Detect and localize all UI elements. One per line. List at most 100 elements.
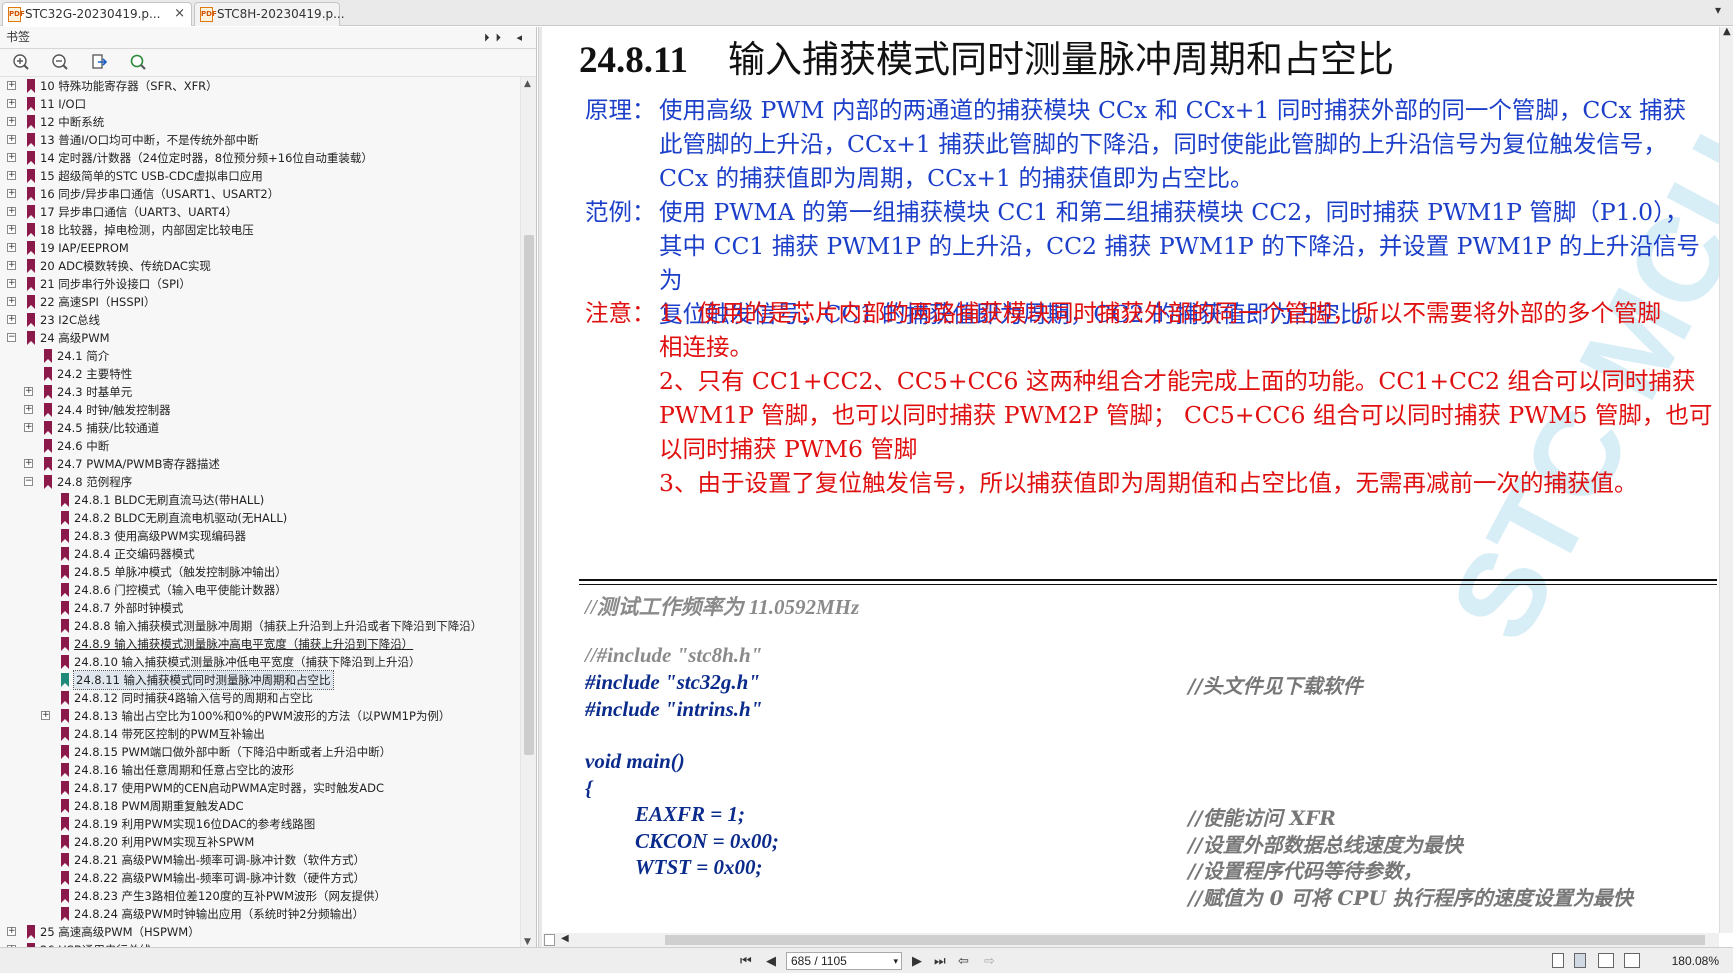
bookmark-item[interactable]: − 24.8 范例程序 [0, 473, 520, 491]
bookmark-item[interactable]: 24.8.22 高级PWM输出-频率可调-脉冲计数（硬件方式） [0, 869, 520, 887]
bookmark-item[interactable]: 24.8.18 PWM周期重复触发ADC [0, 797, 520, 815]
last-page-icon[interactable]: ⏭ [934, 953, 946, 969]
bookmark-item[interactable]: +11 I/O口 [0, 95, 520, 113]
document-vertical-scrollbar[interactable]: ▲ [1719, 26, 1733, 933]
document-horizontal-scrollbar[interactable]: ◀ [543, 933, 1719, 947]
bookmark-item[interactable]: 24.8.20 利用PWM实现互补SPWM [0, 833, 520, 851]
bookmark-collapse-icon[interactable] [51, 53, 69, 71]
next-page-icon[interactable]: ▶ [912, 953, 922, 969]
bookmark-item[interactable]: +15 超级简单的STC USB-CDC虚拟串口应用 [0, 167, 520, 185]
bookmark-item[interactable]: 24.8.2 BLDC无刷直流电机驱动(无HALL) [0, 509, 520, 527]
bookmark-expand-icon[interactable] [12, 53, 30, 71]
bookmark-item[interactable]: 24.8.6 门控模式（输入电平使能计数器） [0, 581, 520, 599]
bookmark-find-icon[interactable] [129, 53, 147, 71]
forward-history-icon[interactable]: ⇨ [984, 953, 995, 969]
bookmark-item[interactable]: 24.6 中断 [0, 437, 520, 455]
bookmark-item[interactable]: 24.1 简介 [0, 347, 520, 365]
zoom-level[interactable]: 180.08% [1672, 954, 1719, 968]
expand-icon[interactable]: + [24, 459, 33, 468]
bookmark-item[interactable]: +24.8.13 输出占空比为100%和0%的PWM波形的方法（以PWM1P为例… [0, 707, 520, 725]
expand-icon[interactable]: + [24, 405, 33, 414]
bookmark-item[interactable]: +16 同步/异步串口通信（USART1、USART2） [0, 185, 520, 203]
bookmark-item[interactable]: 24.8.3 使用高级PWM实现编码器 [0, 527, 520, 545]
bookmark-item[interactable]: +24.7 PWMA/PWMB寄存器描述 [0, 455, 520, 473]
bookmark-item[interactable]: +14 定时器/计数器（24位定时器，8位预分频+16位自动重装载） [0, 149, 520, 167]
expand-icon[interactable]: + [7, 927, 16, 936]
bookmark-item[interactable]: 24.8.5 单脉冲模式（触发控制脉冲输出） [0, 563, 520, 581]
bookmark-item[interactable]: 24.8.11 输入捕获模式同时测量脉冲周期和占空比 [0, 670, 520, 690]
prev-page-icon[interactable]: ◀ [766, 953, 776, 969]
bookmark-item[interactable]: +25 高速高级PWM（HSPWM） [0, 923, 520, 941]
bookmark-item[interactable]: 24.8.17 使用PWM的CEN启动PWMA定时器，实时触发ADC [0, 779, 520, 797]
expand-icon[interactable]: + [7, 189, 16, 198]
scroll-thumb[interactable] [665, 935, 1705, 945]
collapse-icon[interactable]: − [7, 333, 16, 342]
bookmark-item[interactable]: 24.8.7 外部时钟模式 [0, 599, 520, 617]
scroll-down-icon[interactable]: ▼ [524, 937, 531, 947]
bookmark-item[interactable]: 24.2 主要特性 [0, 365, 520, 383]
expand-icon[interactable]: + [7, 315, 16, 324]
bookmark-item[interactable]: 24.8.4 正交编码器模式 [0, 545, 520, 563]
bookmark-item[interactable]: +18 比较器，掉电检测，内部固定比较电压 [0, 221, 520, 239]
bookmark-item[interactable]: +10 特殊功能寄存器（SFR、XFR） [0, 77, 520, 95]
bookmark-item[interactable]: +20 ADC模数转换、传统DAC实现 [0, 257, 520, 275]
bookmark-item[interactable]: +22 高速SPI（HSSPI） [0, 293, 520, 311]
continuous-view-icon[interactable] [1574, 953, 1586, 968]
expand-icon[interactable]: + [7, 261, 16, 270]
bookmark-item[interactable]: 24.8.12 同时捕获4路输入信号的周期和占空比 [0, 689, 520, 707]
scroll-thumb[interactable] [524, 235, 534, 755]
expand-icon[interactable]: + [7, 81, 16, 90]
expand-icon[interactable]: + [7, 99, 16, 108]
bookmark-item[interactable]: +24.4 时钟/触发控制器 [0, 401, 520, 419]
bookmark-item[interactable]: 24.8.23 产生3路相位差120度的互补PWM波形（网友提供） [0, 887, 520, 905]
close-tab-icon[interactable]: × [174, 3, 185, 25]
bookmark-item[interactable]: +12 中断系统 [0, 113, 520, 131]
first-page-icon[interactable]: ⏮ [740, 953, 752, 969]
scroll-left-icon[interactable]: ◀ [561, 933, 569, 944]
book-view-icon[interactable] [1624, 953, 1640, 968]
expand-icon[interactable]: + [7, 279, 16, 288]
expand-icon[interactable]: + [7, 207, 16, 216]
expand-icon[interactable]: + [7, 153, 16, 162]
expand-icon[interactable]: + [24, 423, 33, 432]
expand-icon[interactable]: + [7, 135, 16, 144]
bookmark-item[interactable]: − 24 高级PWM [0, 329, 520, 347]
scroll-up-icon[interactable]: ▲ [1723, 26, 1731, 37]
tab-stc32g[interactable]: PDF STC32G-20230419.p... × [2, 2, 192, 26]
panel-splitter[interactable] [538, 27, 542, 947]
bookmark-item[interactable]: 24.8.14 带死区控制的PWM互补输出 [0, 725, 520, 743]
bookmark-item[interactable]: 24.8.1 BLDC无刷直流马达(带HALL) [0, 491, 520, 509]
back-history-icon[interactable]: ⇦ [958, 953, 969, 969]
expand-icon[interactable]: + [41, 711, 50, 720]
collapse-icon[interactable]: − [24, 477, 33, 486]
page-number-field[interactable]: 685 / 1105 ▾ [786, 952, 902, 970]
bookmark-item[interactable]: 24.8.9 输入捕获模式测量脉冲高电平宽度（捕获上升沿到下降沿） [0, 635, 520, 653]
bookmark-item[interactable]: 24.8.16 输出任意周期和任意占空比的波形 [0, 761, 520, 779]
facing-view-icon[interactable] [1598, 953, 1614, 968]
bookmark-item[interactable]: 24.8.10 输入捕获模式测量脉冲低电平宽度（捕获下降沿到上升沿） [0, 653, 520, 671]
expand-icon[interactable]: + [7, 225, 16, 234]
bookmark-item[interactable]: +21 同步串行外设接口（SPI） [0, 275, 520, 293]
scroll-up-icon[interactable]: ▲ [524, 79, 531, 89]
expand-icon[interactable]: + [7, 171, 16, 180]
bookmark-item[interactable]: 24.8.21 高级PWM输出-频率可调-脉冲计数（软件方式） [0, 851, 520, 869]
single-page-view-icon[interactable] [1552, 953, 1564, 968]
bookmark-item[interactable]: 24.8.24 高级PWM时钟输出应用（系统时钟2分频输出） [0, 905, 520, 923]
expand-icon[interactable]: + [7, 243, 16, 252]
bookmark-item[interactable]: 24.8.15 PWM端口做外部中断（下降沿中断或者上升沿中断） [0, 743, 520, 761]
chevron-down-icon[interactable]: ▾ [893, 953, 898, 969]
bookmark-goto-icon[interactable] [90, 53, 108, 71]
bookmark-item[interactable]: +24.5 捕获/比较通道 [0, 419, 520, 437]
expand-icon[interactable]: + [7, 117, 16, 126]
chevron-down-icon[interactable]: ▾ [1715, 3, 1721, 17]
bookmark-item[interactable]: 24.8.8 输入捕获模式测量脉冲周期（捕获上升沿到上升沿或者下降沿到下降沿） [0, 617, 520, 635]
bookmarks-scrollbar[interactable]: ▲ ▼ [520, 77, 536, 949]
bookmark-item[interactable]: +19 IAP/EEPROM [0, 239, 520, 257]
bookmark-item[interactable]: +13 普通I/O口均可中断，不是传统外部中断 [0, 131, 520, 149]
bookmark-item[interactable]: +17 异步串口通信（UART3、UART4） [0, 203, 520, 221]
bookmark-item[interactable]: +24.3 时基单元 [0, 383, 520, 401]
bookmark-item[interactable]: 24.8.19 利用PWM实现16位DAC的参考线路图 [0, 815, 520, 833]
bookmark-item[interactable]: +23 I2C总线 [0, 311, 520, 329]
expand-icon[interactable]: + [24, 387, 33, 396]
expand-icon[interactable]: + [7, 297, 16, 306]
